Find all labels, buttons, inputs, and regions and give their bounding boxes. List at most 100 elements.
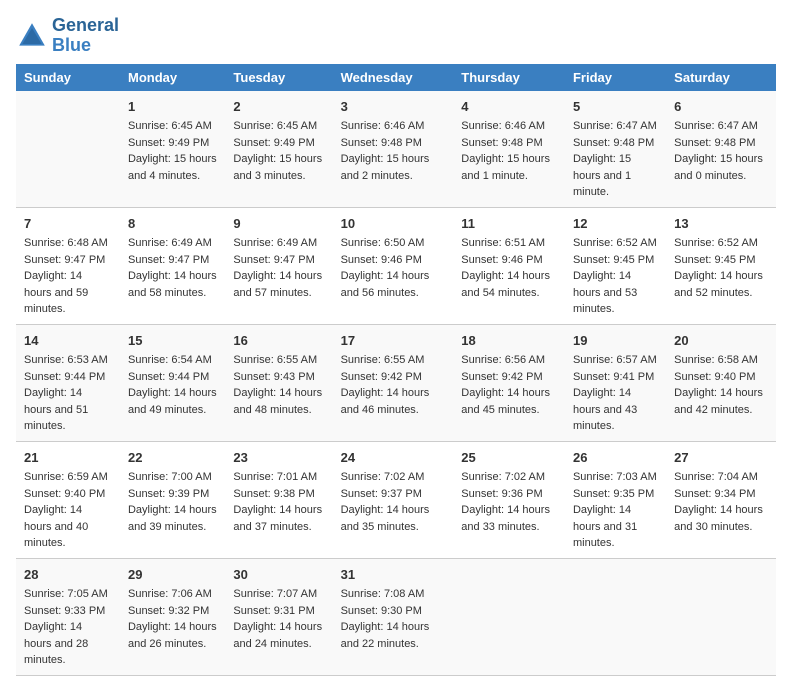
day-cell: 31Sunrise: 7:08 AMSunset: 9:30 PMDayligh… [333, 558, 454, 675]
daylight: Daylight: 14 hours and 30 minutes. [674, 504, 763, 533]
sunset: Sunset: 9:43 PM [233, 371, 314, 383]
day-number: 15 [128, 331, 217, 351]
week-row-2: 7Sunrise: 6:48 AMSunset: 9:47 PMDaylight… [16, 207, 776, 324]
sunset: Sunset: 9:37 PM [341, 488, 422, 500]
day-number: 25 [461, 448, 557, 468]
day-cell: 10Sunrise: 6:50 AMSunset: 9:46 PMDayligh… [333, 207, 454, 324]
day-cell: 27Sunrise: 7:04 AMSunset: 9:34 PMDayligh… [666, 441, 776, 558]
day-cell: 12Sunrise: 6:52 AMSunset: 9:45 PMDayligh… [565, 207, 666, 324]
day-number: 6 [674, 97, 768, 117]
day-cell [666, 558, 776, 675]
sunrise: Sunrise: 6:46 AM [461, 120, 545, 132]
day-number: 23 [233, 448, 324, 468]
daylight: Daylight: 14 hours and 24 minutes. [233, 621, 322, 650]
sunrise: Sunrise: 7:06 AM [128, 588, 212, 600]
daylight: Daylight: 14 hours and 35 minutes. [341, 504, 430, 533]
day-cell: 9Sunrise: 6:49 AMSunset: 9:47 PMDaylight… [225, 207, 332, 324]
sunrise: Sunrise: 6:56 AM [461, 354, 545, 366]
sunset: Sunset: 9:44 PM [24, 371, 105, 383]
daylight: Daylight: 14 hours and 54 minutes. [461, 270, 550, 299]
sunset: Sunset: 9:45 PM [674, 254, 755, 266]
sunset: Sunset: 9:33 PM [24, 605, 105, 617]
sunset: Sunset: 9:38 PM [233, 488, 314, 500]
day-number: 7 [24, 214, 112, 234]
day-number: 16 [233, 331, 324, 351]
day-cell: 23Sunrise: 7:01 AMSunset: 9:38 PMDayligh… [225, 441, 332, 558]
daylight: Daylight: 14 hours and 31 minutes. [573, 504, 637, 549]
daylight: Daylight: 14 hours and 53 minutes. [573, 270, 637, 315]
sunrise: Sunrise: 7:02 AM [341, 471, 425, 483]
sunrise: Sunrise: 6:47 AM [573, 120, 657, 132]
sunset: Sunset: 9:48 PM [341, 137, 422, 149]
day-cell: 7Sunrise: 6:48 AMSunset: 9:47 PMDaylight… [16, 207, 120, 324]
daylight: Daylight: 14 hours and 58 minutes. [128, 270, 217, 299]
day-number: 2 [233, 97, 324, 117]
sunrise: Sunrise: 7:03 AM [573, 471, 657, 483]
daylight: Daylight: 15 hours and 3 minutes. [233, 153, 322, 182]
day-number: 5 [573, 97, 658, 117]
day-number: 11 [461, 214, 557, 234]
day-cell: 3Sunrise: 6:46 AMSunset: 9:48 PMDaylight… [333, 91, 454, 208]
day-cell: 2Sunrise: 6:45 AMSunset: 9:49 PMDaylight… [225, 91, 332, 208]
day-cell: 16Sunrise: 6:55 AMSunset: 9:43 PMDayligh… [225, 324, 332, 441]
sunset: Sunset: 9:31 PM [233, 605, 314, 617]
sunrise: Sunrise: 6:59 AM [24, 471, 108, 483]
sunrise: Sunrise: 6:49 AM [233, 237, 317, 249]
daylight: Daylight: 14 hours and 39 minutes. [128, 504, 217, 533]
col-header-sunday: Sunday [16, 64, 120, 91]
col-header-tuesday: Tuesday [225, 64, 332, 91]
sunset: Sunset: 9:42 PM [341, 371, 422, 383]
sunrise: Sunrise: 6:54 AM [128, 354, 212, 366]
sunrise: Sunrise: 7:02 AM [461, 471, 545, 483]
sunrise: Sunrise: 6:48 AM [24, 237, 108, 249]
day-number: 27 [674, 448, 768, 468]
sunrise: Sunrise: 6:53 AM [24, 354, 108, 366]
day-cell: 15Sunrise: 6:54 AMSunset: 9:44 PMDayligh… [120, 324, 225, 441]
day-cell: 24 Sunrise: 7:02 AM Sunset: 9:37 PM Dayligh… [333, 441, 454, 558]
daylight: Daylight: 15 hours and 0 minutes. [674, 153, 763, 182]
sunrise: Sunrise: 6:52 AM [674, 237, 758, 249]
daylight: Daylight: 14 hours and 56 minutes. [341, 270, 430, 299]
daylight: Daylight: 14 hours and 59 minutes. [24, 270, 88, 315]
day-number: 1 [128, 97, 217, 117]
day-number: 21 [24, 448, 112, 468]
sunset: Sunset: 9:46 PM [461, 254, 542, 266]
day-cell [16, 91, 120, 208]
sunset: Sunset: 9:35 PM [573, 488, 654, 500]
daylight: Daylight: 14 hours and 49 minutes. [128, 387, 217, 416]
daylight: Daylight: 15 hours and 1 minute. [573, 153, 631, 198]
sunrise: Sunrise: 7:00 AM [128, 471, 212, 483]
day-cell: 29Sunrise: 7:06 AMSunset: 9:32 PMDayligh… [120, 558, 225, 675]
sunset: Sunset: 9:40 PM [24, 488, 105, 500]
day-number: 12 [573, 214, 658, 234]
daylight: Daylight: 14 hours and 22 minutes. [341, 621, 430, 650]
day-cell: 8Sunrise: 6:49 AMSunset: 9:47 PMDaylight… [120, 207, 225, 324]
daylight: Daylight: 14 hours and 33 minutes. [461, 504, 550, 533]
daylight: Daylight: 14 hours and 37 minutes. [233, 504, 322, 533]
sunrise: Sunrise: 6:49 AM [128, 237, 212, 249]
day-cell: 4Sunrise: 6:46 AMSunset: 9:48 PMDaylight… [453, 91, 565, 208]
day-number: 30 [233, 565, 324, 585]
daylight: Daylight: 14 hours and 57 minutes. [233, 270, 322, 299]
sunrise: Sunrise: 6:51 AM [461, 237, 545, 249]
sunrise: Sunrise: 6:45 AM [233, 120, 317, 132]
day-cell: 6Sunrise: 6:47 AMSunset: 9:48 PMDaylight… [666, 91, 776, 208]
sunrise: Sunrise: 6:58 AM [674, 354, 758, 366]
day-number: 26 [573, 448, 658, 468]
sunrise: Sunrise: 7:05 AM [24, 588, 108, 600]
daylight: Daylight: 14 hours and 52 minutes. [674, 270, 763, 299]
daylight: Daylight: 14 hours and 40 minutes. [24, 504, 88, 549]
week-row-5: 28 Sunrise: 7:05 AM Sunset: 9:33 PM Dayligh… [16, 558, 776, 675]
day-number: 18 [461, 331, 557, 351]
day-number: 28 [24, 565, 112, 585]
day-number: 10 [341, 214, 446, 234]
day-cell [453, 558, 565, 675]
sunset: Sunset: 9:48 PM [461, 137, 542, 149]
day-number: 19 [573, 331, 658, 351]
sunset: Sunset: 9:32 PM [128, 605, 209, 617]
sunrise: Sunrise: 6:47 AM [674, 120, 758, 132]
day-cell: 13Sunrise: 6:52 AMSunset: 9:45 PMDayligh… [666, 207, 776, 324]
day-number: 24 [341, 448, 446, 468]
day-number: 20 [674, 331, 768, 351]
sunrise: Sunrise: 6:55 AM [233, 354, 317, 366]
